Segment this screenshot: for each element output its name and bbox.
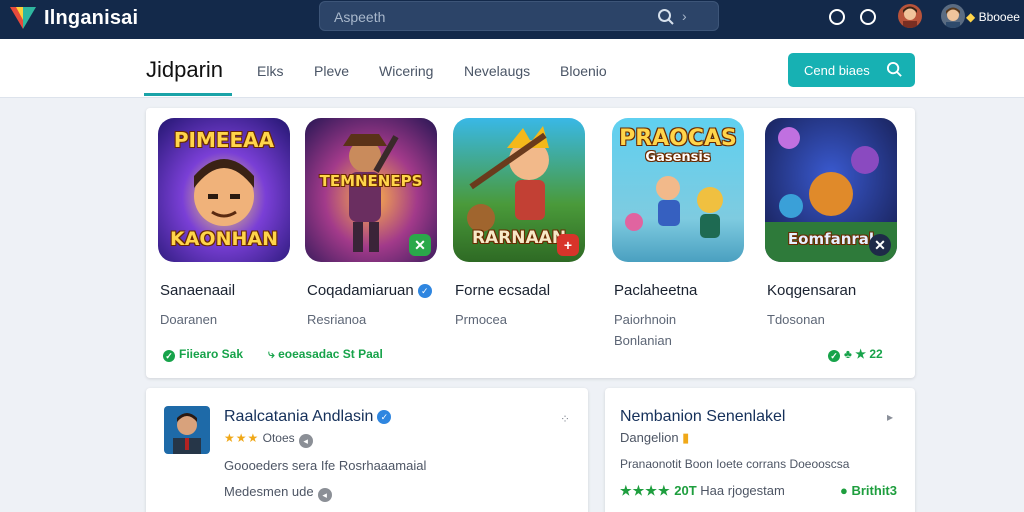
game-developer: Paiorhnoin (614, 312, 677, 327)
game-developer: Doaranen (160, 312, 218, 327)
coin-badge-label: Bbooee (978, 10, 1020, 24)
game-thumbnail[interactable]: PIMEEAA KAONHAN (158, 118, 290, 262)
game-art-title: PRAOCAS (619, 126, 737, 151)
search-bar[interactable]: Aspeeth › (319, 1, 719, 31)
coin-badge[interactable]: ◆ Bbooee (966, 10, 1020, 24)
tab-wicering[interactable]: Wicering (379, 63, 433, 79)
game-developer-line2: Bonlanian (614, 333, 672, 348)
search-icon[interactable] (657, 8, 675, 26)
reviewer-name-row[interactable]: Raalcatania Andlasin ✓ (224, 408, 392, 426)
cta-label: Cend biaes (804, 63, 870, 78)
game-title[interactable]: Paclaheetna (614, 282, 697, 299)
platform-badge-icon: ✕ (869, 234, 891, 256)
game-developer: Tdosonan (767, 312, 825, 327)
search-icon (886, 61, 902, 77)
rating-number: 20T (674, 483, 697, 498)
active-tab-indicator (144, 93, 232, 96)
search-chevron-icon[interactable]: › (682, 8, 687, 24)
tag-icon: ▮ (682, 430, 690, 445)
notification-ring-icon[interactable] (829, 9, 845, 25)
verified-icon: ✓ (377, 410, 392, 424)
verified-icon: ✓ (417, 284, 432, 298)
game-title[interactable]: Sanaenaail (160, 282, 235, 299)
star-rating-icon: ★★★★ (620, 483, 671, 498)
more-options-icon[interactable]: ⁘ (560, 412, 570, 426)
arrow-icon: ⤷ (268, 347, 275, 361)
game-thumbnail[interactable]: Eomfanral ✕ (765, 118, 897, 262)
game-art-subtitle: Gasensis (645, 150, 711, 165)
star-rating-icon: ★★★ (224, 431, 260, 445)
location-icon: ● (840, 483, 848, 498)
tab-bloenio[interactable]: Bloenio (560, 63, 607, 79)
news-rating-row: ★★★★ 20T Haa rjogestam (620, 483, 785, 499)
footer-link[interactable]: ⤷ eoeasadac St Paal (268, 347, 383, 362)
check-icon: ✓ (163, 350, 175, 362)
game-title[interactable]: Forne ecsadal (455, 282, 550, 299)
game-title-row[interactable]: Coqadamiaruan ✓ (307, 282, 432, 299)
game-title[interactable]: Coqadamiaruan (307, 282, 414, 299)
brand-name[interactable]: Ilnganisai (44, 7, 138, 30)
review-meta-text: Medesmen ude (224, 484, 314, 499)
tab-pleve[interactable]: Pleve (314, 63, 349, 79)
search-placeholder[interactable]: Aspeeth (334, 9, 385, 25)
platform-badge-icon: + (557, 234, 579, 256)
reviewer-avatar[interactable] (164, 406, 210, 454)
user-avatar[interactable] (941, 4, 965, 28)
game-art-title: PIMEEAA (173, 128, 275, 152)
game-art-subtitle: KAONHAN (170, 228, 278, 250)
check-icon: ✓ (828, 350, 840, 362)
rating-text: Otoes (262, 431, 295, 445)
cta-button[interactable]: Cend biaes (788, 53, 915, 87)
page-title[interactable]: Jidparin (146, 57, 223, 83)
top-app-bar: Ilnganisai Aspeeth › ◆ Bbooee (0, 0, 1024, 39)
status-ring-icon[interactable] (860, 9, 876, 25)
rating-label: Haa rjogestam (700, 483, 785, 498)
featured-games-panel: PIMEEAA KAONHAN Sanaenaail Doaranen TEMN… (146, 108, 915, 378)
leaf-icon: ♣ (844, 347, 852, 361)
footer-rating[interactable]: ✓ ♣ ★ 22 (828, 347, 883, 362)
game-developer: Resrianoa (307, 312, 367, 327)
clock-icon[interactable]: ◂ (317, 488, 332, 502)
game-thumbnail[interactable]: PRAOCAS Gasensis (612, 118, 744, 262)
game-developer: Prmocea (455, 312, 508, 327)
news-sub-row: Dangelion ▮ (620, 430, 689, 446)
game-art-title: TEMNENEPS (319, 172, 423, 190)
news-status-label: Brithit3 (851, 483, 897, 498)
news-status[interactable]: ● Brithit3 (840, 483, 897, 498)
section-nav: Jidparin Elks Pleve Wicering Nevelaugs B… (0, 39, 1024, 98)
rating-row: ★★★ Otoes ◂ (224, 431, 313, 448)
app-logo-icon[interactable] (8, 4, 38, 32)
footer-status[interactable]: ✓ Fiiearo Sak (163, 347, 243, 362)
reviewer-name[interactable]: Raalcatania Andlasin (224, 408, 373, 425)
review-card[interactable]: Raalcatania Andlasin ✓ ★★★ Otoes ◂ ⁘ Goooe… (146, 388, 588, 512)
game-title[interactable]: Koqgensaran (767, 282, 856, 299)
game-thumbnail[interactable]: RARNAAN + (453, 118, 585, 262)
more-arrow-icon[interactable]: ▸ (887, 410, 893, 424)
tab-elks[interactable]: Elks (257, 63, 283, 79)
news-text: Pranaonotit Boon Ioete corrans Doeooscsa (620, 457, 850, 471)
news-sub: Dangelion (620, 430, 679, 445)
info-icon[interactable]: ◂ (298, 434, 313, 448)
game-thumbnail[interactable]: TEMNENEPS ✕ (305, 118, 437, 262)
footer-link-label: eoeasadac St Paal (278, 347, 383, 361)
review-text: Goooeders sera Ife Rosrhaaamaial (224, 458, 427, 473)
star-icon: ★ (855, 347, 866, 361)
footer-rating-count: 22 (869, 347, 883, 361)
review-meta: Medesmen ude ◂ (224, 484, 332, 502)
tab-nevelaugs[interactable]: Nevelaugs (464, 63, 530, 79)
news-card[interactable]: Nembanion Senenlakel ▸ Dangelion ▮ Prana… (605, 388, 915, 512)
platform-badge-icon: ✕ (409, 234, 431, 256)
news-title[interactable]: Nembanion Senenlakel (620, 408, 785, 426)
diamond-icon: ◆ (966, 10, 976, 24)
footer-status-label: Fiiearo Sak (179, 347, 244, 361)
avatar[interactable] (898, 4, 922, 28)
